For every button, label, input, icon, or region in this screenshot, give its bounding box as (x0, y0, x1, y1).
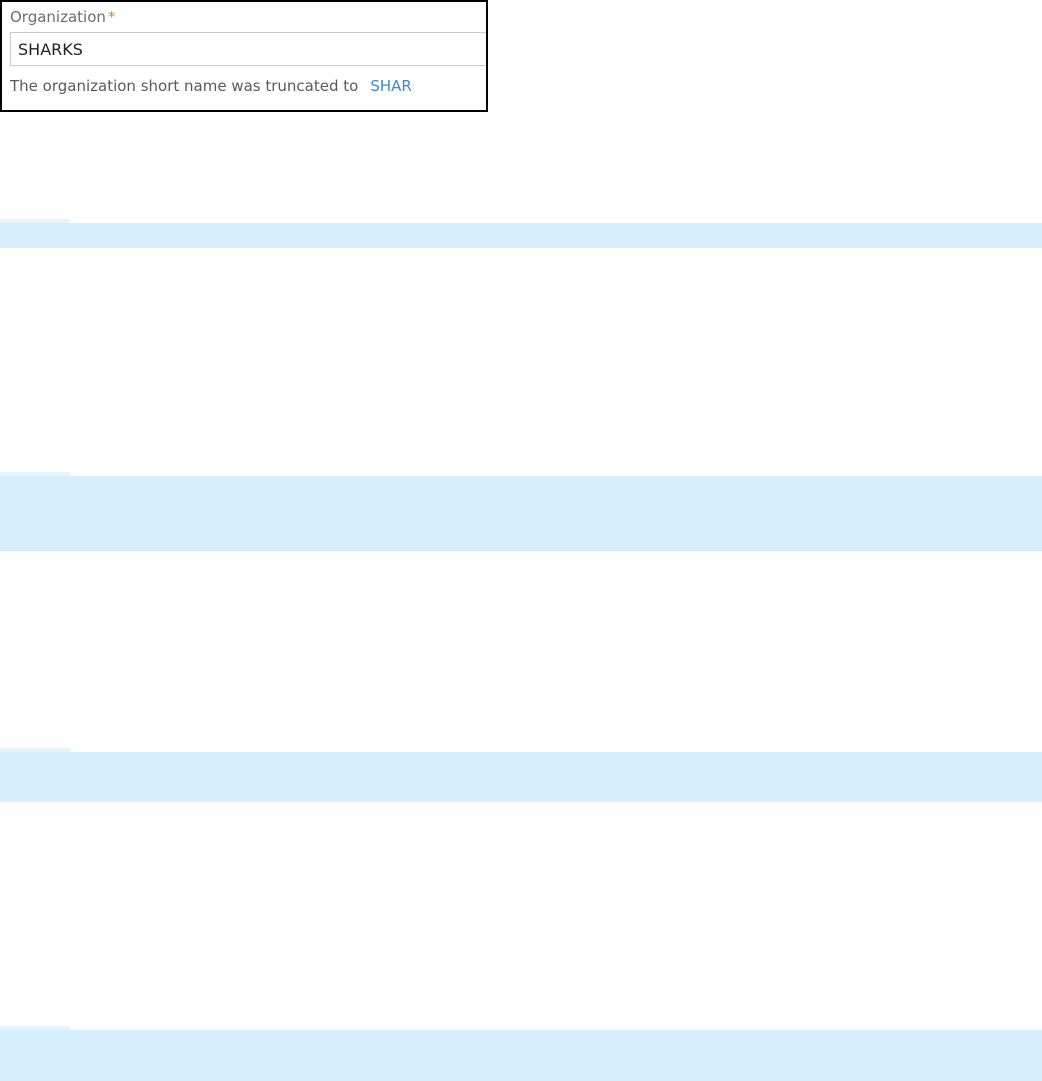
organization-label: Organization * (10, 8, 115, 26)
section-tab-notch-4 (0, 1026, 70, 1030)
section-header-band-4 (0, 1026, 1042, 1081)
truncation-hint-text: The organization short name was truncate… (10, 77, 359, 95)
truncated-short-name: SHAR (370, 77, 412, 95)
section-tab-notch-3 (0, 748, 70, 752)
organization-field-callout: Organization* The organization short nam… (0, 0, 488, 112)
section-header-band-1 (0, 219, 1042, 248)
section-tab-notch-2 (0, 472, 70, 476)
organization-input[interactable] (10, 32, 486, 66)
section-tab-notch-1 (0, 219, 70, 223)
organization-label-text: Organization (10, 8, 106, 26)
section-header-band-2 (0, 472, 1042, 551)
truncation-hint: The organization short name was truncate… (10, 77, 412, 95)
required-star-icon: * (107, 8, 116, 26)
section-header-band-3 (0, 748, 1042, 802)
